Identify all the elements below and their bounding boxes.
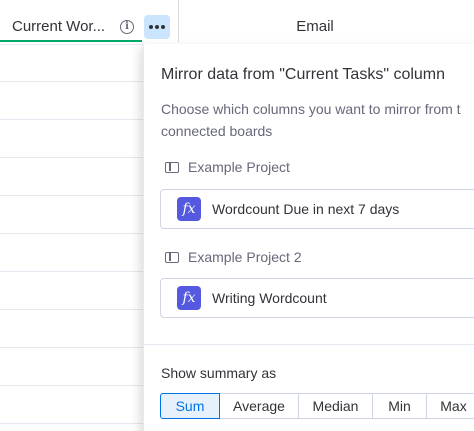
summary-option-max[interactable]: Max <box>426 393 474 419</box>
summary-option-median[interactable]: Median <box>298 393 373 419</box>
popover-description-line: connected boards <box>161 123 273 139</box>
row-divider <box>0 195 143 196</box>
column-header-row: Current Wor... i Email <box>0 0 474 45</box>
summary-option-sum[interactable]: Sum <box>160 393 220 419</box>
formula-fx-icon: fx <box>177 286 201 310</box>
mirror-column-option[interactable]: fx Writing Wordcount <box>160 278 474 318</box>
row-divider <box>0 81 143 82</box>
board-name: Example Project <box>188 159 290 175</box>
board-rows <box>0 44 144 431</box>
section-divider <box>144 344 474 345</box>
row-divider <box>0 347 143 348</box>
summary-label: Show summary as <box>161 365 277 381</box>
column-more-button[interactable] <box>144 15 170 39</box>
row-divider <box>0 423 143 424</box>
column-title-current: Current Wor... <box>12 18 106 35</box>
board-name: Example Project 2 <box>188 249 302 265</box>
row-divider <box>0 385 143 386</box>
board-icon <box>165 252 179 263</box>
popover-description: Choose which columns you want to mirror … <box>161 98 474 142</box>
row-divider <box>0 233 143 234</box>
mirror-column-label: Wordcount Due in next 7 days <box>212 201 400 217</box>
mirror-column-label: Writing Wordcount <box>212 290 327 306</box>
column-header-current[interactable]: Current Wor... i <box>0 0 179 42</box>
summary-option-average[interactable]: Average <box>219 393 299 419</box>
row-divider <box>0 157 143 158</box>
formula-fx-icon: fx <box>177 197 201 221</box>
info-icon[interactable]: i <box>120 20 134 34</box>
row-divider <box>0 119 143 120</box>
row-divider <box>0 309 143 310</box>
more-horizontal-icon <box>149 25 165 29</box>
mirror-column-option[interactable]: fx Wordcount Due in next 7 days <box>160 189 474 229</box>
board-icon <box>165 162 179 173</box>
summary-option-min[interactable]: Min <box>372 393 427 419</box>
column-header-email[interactable]: Email <box>179 0 474 42</box>
popover-title: Mirror data from "Current Tasks" column <box>161 66 446 83</box>
popover-description-line: Choose which columns you want to mirror … <box>161 101 461 117</box>
mirror-settings-popover: Mirror data from "Current Tasks" column … <box>143 44 474 431</box>
active-column-indicator <box>0 40 142 42</box>
board-view: Current Wor... i Email Mirror data from … <box>0 0 474 431</box>
column-title-email: Email <box>296 18 334 35</box>
row-divider <box>0 271 143 272</box>
